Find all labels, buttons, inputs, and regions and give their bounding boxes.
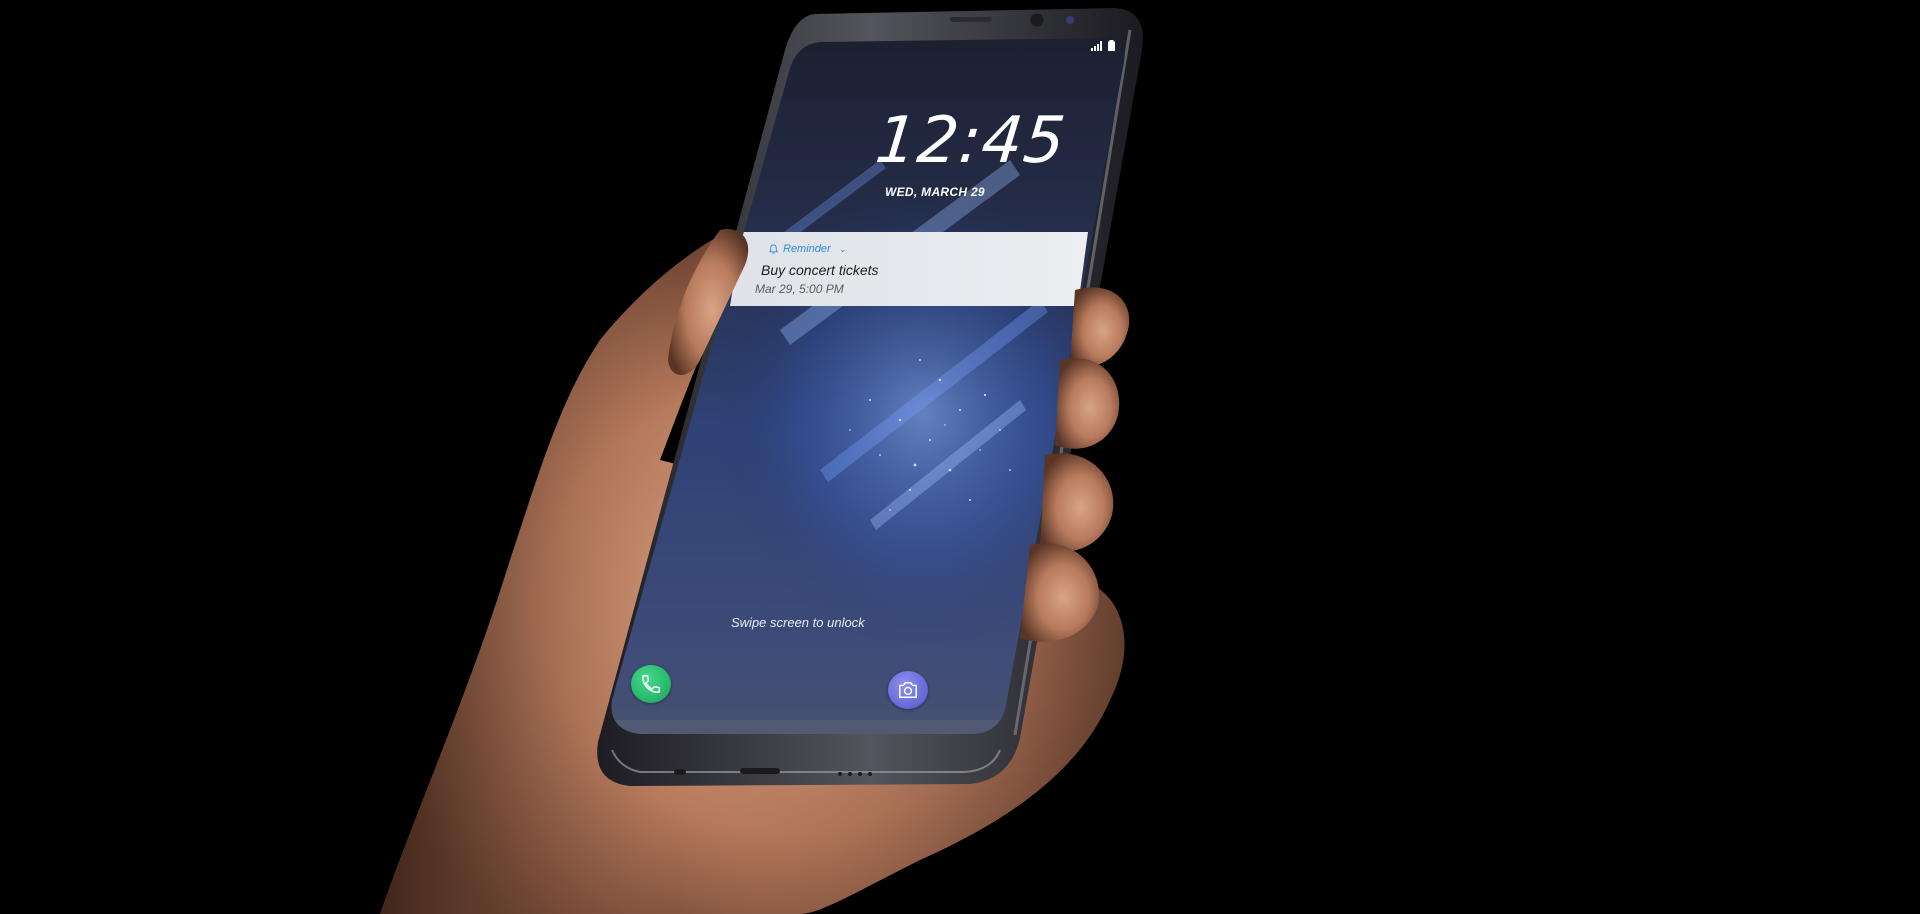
notification-time: Mar 29, 5:00 PM xyxy=(755,282,844,296)
camera-shortcut-button[interactable] xyxy=(888,671,928,709)
bell-icon xyxy=(768,243,779,254)
front-camera xyxy=(1029,12,1045,28)
photo-scene: 12:45 WED, MARCH 29 Reminder ⌄ Buy conce… xyxy=(0,0,1920,914)
notification-app-name: Reminder xyxy=(783,243,831,255)
phone-shortcut-button[interactable] xyxy=(631,665,671,703)
battery-icon xyxy=(1108,40,1115,51)
lockscreen-date: WED, MARCH 29 xyxy=(885,185,985,199)
swipe-to-unlock-hint[interactable]: Swipe screen to unlock xyxy=(731,615,865,630)
earpiece xyxy=(950,17,992,22)
lockscreen-clock: 12:45 xyxy=(872,104,1070,178)
finger-3 xyxy=(1040,453,1114,552)
notification-title[interactable]: Buy concert tickets xyxy=(761,262,879,278)
sensor xyxy=(1066,16,1074,24)
status-bar xyxy=(1091,40,1115,51)
usb-port xyxy=(740,768,780,774)
finger-1 xyxy=(1070,287,1130,367)
finger-2 xyxy=(1055,358,1120,449)
notification-header[interactable]: Reminder ⌄ xyxy=(768,243,846,255)
camera-icon xyxy=(899,682,917,698)
chevron-down-icon: ⌄ xyxy=(838,243,847,254)
phone-icon xyxy=(642,675,660,693)
signal-icon xyxy=(1091,41,1102,51)
